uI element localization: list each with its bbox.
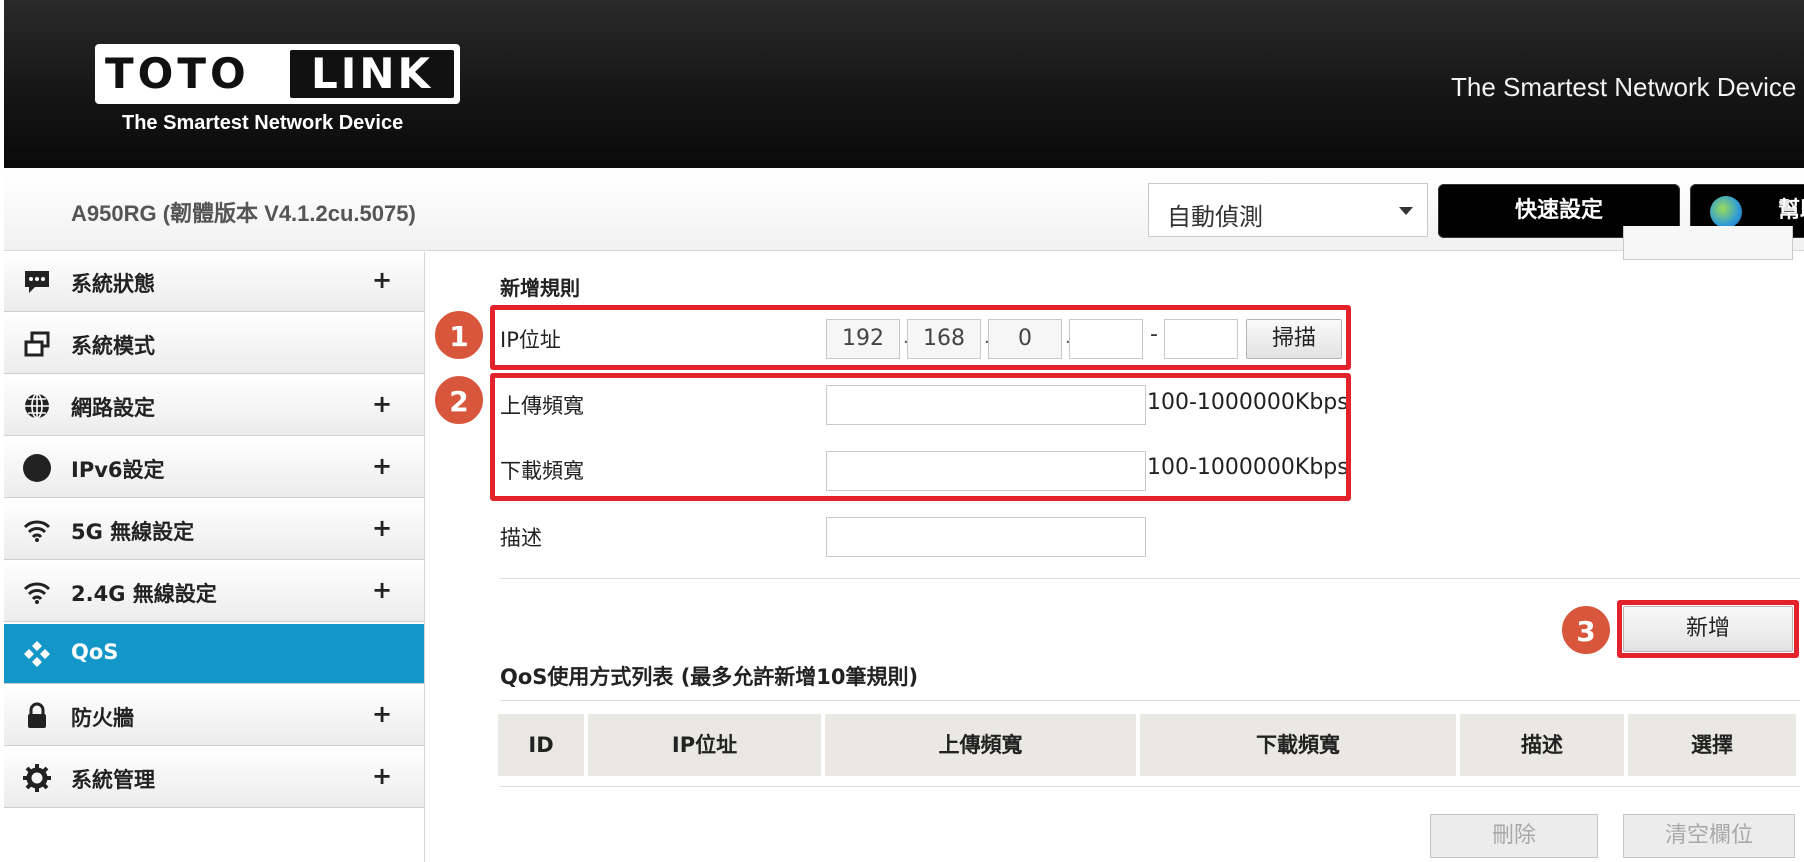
- expand-plus-icon[interactable]: +: [372, 266, 392, 294]
- sidebar-item-24g-wireless[interactable]: 2.4G 無線設定 +: [4, 562, 424, 622]
- column-header-ip: IP位址: [588, 714, 821, 776]
- header-slogan: The Smartest Network Device: [1451, 72, 1797, 102]
- sidebar-item-label: 系統管理: [71, 768, 155, 792]
- column-header-id: ID: [498, 714, 584, 776]
- expand-plus-icon[interactable]: +: [372, 576, 392, 604]
- step-badge-3: 3: [1560, 604, 1612, 656]
- ipv6-icon: [22, 453, 52, 483]
- sidebar-item-system-status[interactable]: 系統狀態 +: [4, 252, 424, 312]
- sidebar-item-label: 系統模式: [71, 334, 155, 358]
- sidebar-item-label: IPv6設定: [71, 458, 165, 482]
- qos-list-title: QoS使用方式列表 (最多允許新增10筆規則): [500, 665, 919, 689]
- column-header-download: 下載頻寬: [1140, 714, 1456, 776]
- expand-plus-icon[interactable]: +: [372, 762, 392, 790]
- clear-fields-button[interactable]: 清空欄位: [1623, 814, 1795, 858]
- gear-icon: [22, 763, 52, 793]
- expand-plus-icon[interactable]: +: [372, 390, 392, 418]
- table-bottom-divider: [500, 786, 1800, 787]
- sidebar-item-network[interactable]: 網路設定 +: [4, 376, 424, 436]
- highlight-box-bandwidth: [490, 373, 1351, 501]
- help-globe-icon: [1710, 196, 1742, 228]
- globe-icon: [22, 391, 52, 421]
- logo-tagline: The Smartest Network Device: [122, 112, 404, 134]
- sidebar-item-firewall[interactable]: 防火牆 +: [4, 686, 424, 746]
- sidebar-item-label: QoS: [71, 640, 119, 664]
- expand-plus-icon[interactable]: +: [372, 700, 392, 728]
- highlight-box-add: [1617, 600, 1799, 658]
- language-select[interactable]: 自動偵測: [1148, 183, 1428, 237]
- section-title-add-rule: 新增規則: [500, 276, 580, 300]
- logo-text-link: LINK: [310, 49, 434, 98]
- sidebar-item-label: 2.4G 無線設定: [71, 582, 217, 606]
- chevron-down-icon: [1399, 207, 1413, 215]
- description-input[interactable]: [826, 517, 1146, 557]
- toolbar: A950RG (韌體版本 V4.1.2cu.5075) 自動偵測 快速設定 幫助: [4, 172, 1804, 251]
- expand-plus-icon[interactable]: +: [372, 452, 392, 480]
- sidebar: 系統狀態 + 系統模式 網路設定 + IPv6設定 + 5G 無線設定 + 2.…: [4, 252, 425, 862]
- header-bar: TOTO LINK The Smartest Network Device Th…: [4, 0, 1804, 168]
- sidebar-item-label: 網路設定: [71, 396, 155, 420]
- wifi-icon: [22, 577, 52, 607]
- totolink-logo[interactable]: TOTO LINK: [95, 44, 460, 104]
- sidebar-item-system-mode[interactable]: 系統模式: [4, 314, 424, 374]
- column-header-description: 描述: [1460, 714, 1624, 776]
- status-icon: [22, 267, 52, 297]
- sidebar-item-label: 系統狀態: [71, 272, 155, 296]
- sidebar-item-label: 防火牆: [71, 706, 134, 730]
- logo-text-toto: TOTO: [105, 49, 250, 98]
- column-header-upload: 上傳頻寬: [825, 714, 1136, 776]
- highlight-box-ip: [490, 305, 1351, 370]
- mode-icon: [22, 329, 52, 359]
- form-divider: [500, 578, 1800, 579]
- wifi-icon: [22, 515, 52, 545]
- delete-button[interactable]: 刪除: [1430, 814, 1598, 858]
- sidebar-item-5g-wireless[interactable]: 5G 無線設定 +: [4, 500, 424, 560]
- expand-plus-icon[interactable]: +: [372, 514, 392, 542]
- language-select-value: 自動偵測: [1167, 203, 1263, 231]
- step-badge-2: 2: [433, 374, 485, 426]
- logo-link-box: LINK: [290, 50, 454, 98]
- step-badge-1: 1: [433, 309, 485, 361]
- description-label: 描述: [500, 526, 542, 550]
- sidebar-item-qos[interactable]: QoS: [4, 624, 424, 684]
- qos-icon: [22, 639, 52, 669]
- list-divider: [500, 700, 1800, 701]
- sidebar-item-ipv6[interactable]: IPv6設定 +: [4, 438, 424, 498]
- lock-icon: [22, 701, 52, 731]
- partial-button-edge[interactable]: [1623, 226, 1793, 260]
- sidebar-item-system-management[interactable]: 系統管理 +: [4, 748, 424, 808]
- column-header-select: 選擇: [1628, 714, 1796, 776]
- model-firmware-label: A950RG (韌體版本 V4.1.2cu.5075): [71, 201, 416, 226]
- sidebar-item-label: 5G 無線設定: [71, 520, 195, 544]
